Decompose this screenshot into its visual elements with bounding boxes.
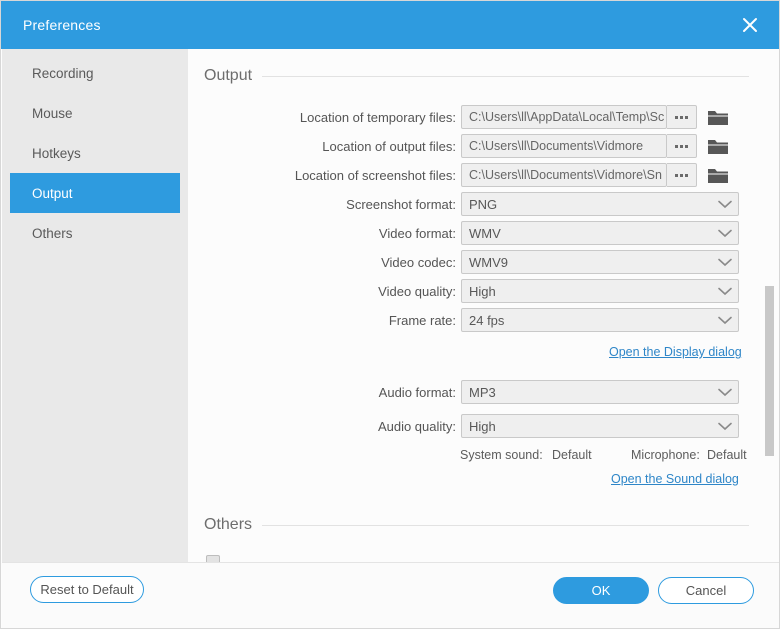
field-value: C:\Users\ll\Documents\Vidmore [469,139,643,153]
sidebar-item-hotkeys[interactable]: Hotkeys [10,133,180,173]
chevron-down-icon [718,258,732,267]
preferences-dialog: Preferences Recording Mouse Hotkeys Outp… [0,0,780,629]
window-title: Preferences [23,17,101,33]
field-value: C:\Users\ll\AppData\Local\Temp\Sc [469,110,664,124]
folder-icon[interactable] [706,164,730,186]
field-row-temporary-files: Location of temporary files: C:\Users\ll… [188,105,730,129]
ellipsis-icon[interactable] [667,163,697,187]
field-row-video-format: Video format: WMV [188,221,739,245]
field-row-video-codec: Video codec: WMV9 [188,250,739,274]
field-value: PNG [469,197,497,212]
field-row-output-files: Location of output files: C:\Users\ll\Do… [188,134,730,158]
sidebar: Recording Mouse Hotkeys Output Others [2,49,188,562]
ellipsis-icon[interactable] [667,134,697,158]
video-codec-select[interactable]: WMV9 [461,250,739,274]
field-label: Video format: [188,226,456,241]
field-value: WMV9 [469,255,508,270]
chevron-down-icon [718,287,732,296]
audio-format-select[interactable]: MP3 [461,380,739,404]
chevron-down-icon [718,229,732,238]
close-icon[interactable] [735,11,765,39]
divider [262,525,749,526]
audio-quality-select[interactable]: High [461,414,739,438]
field-value: WMV [469,226,501,241]
field-label: Video codec: [188,255,456,270]
cancel-button[interactable]: Cancel [658,577,754,604]
section-header-others: Others [204,516,749,534]
settings-pane: Output Location of temporary files: C:\U… [188,49,780,562]
screenshot-format-select[interactable]: PNG [461,192,739,216]
scrollbar-thumb[interactable] [765,286,774,456]
section-title: Output [204,67,262,85]
sidebar-item-label: Recording [32,66,94,81]
field-label: Screenshot format: [188,197,456,212]
others-checkbox[interactable] [206,555,220,562]
field-row-screenshot-files: Location of screenshot files: C:\Users\l… [188,163,730,187]
title-bar: Preferences [1,1,780,49]
divider [262,76,749,77]
field-row-screenshot-format: Screenshot format: PNG [188,192,739,216]
sidebar-item-label: Output [32,186,73,201]
field-label: Location of output files: [188,139,456,154]
microphone-label: Microphone: [631,448,700,462]
sidebar-item-mouse[interactable]: Mouse [10,93,180,133]
field-value: High [469,419,496,434]
system-sound-label: System sound: [460,448,543,462]
output-files-input[interactable]: C:\Users\ll\Documents\Vidmore [461,134,667,158]
sidebar-item-label: Hotkeys [32,146,81,161]
ok-button[interactable]: OK [553,577,649,604]
section-title: Others [204,516,262,534]
sidebar-item-others[interactable]: Others [10,213,180,253]
sidebar-item-output[interactable]: Output [10,173,180,213]
field-label: Location of temporary files: [188,110,456,125]
reset-to-default-button[interactable]: Reset to Default [30,576,144,603]
frame-rate-select[interactable]: 24 fps [461,308,739,332]
temporary-files-input[interactable]: C:\Users\ll\AppData\Local\Temp\Sc [461,105,667,129]
field-row-audio-quality: Audio quality: High [188,414,739,438]
chevron-down-icon [718,388,732,397]
button-label: Cancel [686,583,726,598]
field-label: Frame rate: [188,313,456,328]
sidebar-item-label: Mouse [32,106,73,121]
chevron-down-icon [718,200,732,209]
section-header-output: Output [204,67,749,85]
field-row-frame-rate: Frame rate: 24 fps [188,308,739,332]
screenshot-files-input[interactable]: C:\Users\ll\Documents\Vidmore\Sn [461,163,667,187]
chevron-down-icon [718,316,732,325]
button-label: OK [592,583,611,598]
open-sound-dialog-link[interactable]: Open the Sound dialog [611,472,739,486]
system-sound-value: Default [552,448,592,462]
field-row-audio-format: Audio format: MP3 [188,380,739,404]
ellipsis-icon[interactable] [667,105,697,129]
folder-icon[interactable] [706,106,730,128]
video-format-select[interactable]: WMV [461,221,739,245]
field-row-video-quality: Video quality: High [188,279,739,303]
sidebar-item-label: Others [32,226,73,241]
field-label: Audio format: [188,385,456,400]
microphone-value: Default [707,448,747,462]
folder-icon[interactable] [706,135,730,157]
button-label: Reset to Default [40,582,133,597]
video-quality-select[interactable]: High [461,279,739,303]
field-value: High [469,284,496,299]
open-display-dialog-link[interactable]: Open the Display dialog [609,345,742,359]
dialog-footer: Reset to Default OK Cancel [2,562,779,628]
field-value: MP3 [469,385,496,400]
chevron-down-icon [718,422,732,431]
field-label: Video quality: [188,284,456,299]
field-label: Audio quality: [188,419,456,434]
field-value: C:\Users\ll\Documents\Vidmore\Sn [469,168,662,182]
field-value: 24 fps [469,313,504,328]
field-label: Location of screenshot files: [188,168,456,183]
sidebar-item-recording[interactable]: Recording [10,53,180,93]
